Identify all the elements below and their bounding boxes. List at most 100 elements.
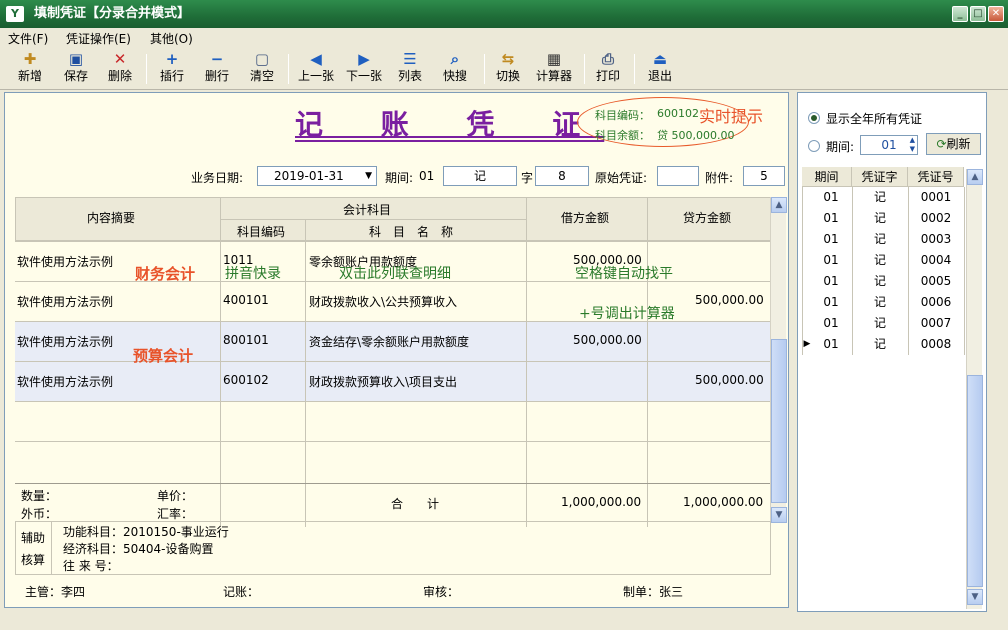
col-code-header: 科目编码 xyxy=(237,225,286,239)
list-item[interactable]: 01 记 0004 xyxy=(802,250,962,271)
scroll-down-icon[interactable]: ▼ xyxy=(771,507,787,523)
currency-label: 外币： xyxy=(21,507,58,521)
delete-icon: ✕ xyxy=(113,50,127,68)
voucher-word-field[interactable]: 记 xyxy=(443,166,517,186)
row-summary[interactable]: 软件使用方法示例 xyxy=(17,333,113,350)
menu-other[interactable]: 其他(O) xyxy=(150,30,193,47)
toolbar-separator xyxy=(634,54,635,84)
grid-scrollbar[interactable]: ▲ ▼ xyxy=(770,197,787,523)
row-code[interactable]: 600102 xyxy=(223,373,269,387)
row-code[interactable]: 400101 xyxy=(223,293,269,307)
row-code[interactable]: 800101 xyxy=(223,333,269,347)
row-summary[interactable]: 软件使用方法示例 xyxy=(17,373,113,390)
annotation-finance: 财务会计 xyxy=(135,265,196,283)
list-item[interactable]: 01 记 0002 xyxy=(802,208,962,229)
list-scrollbar[interactable]: ▲ ▼ xyxy=(966,169,983,609)
list-item[interactable]: 01 记 0001 xyxy=(802,187,962,208)
row-credit[interactable]: 500,000.00 xyxy=(695,373,764,387)
col-debit-header: 借方金额 xyxy=(561,211,610,225)
annotation-plus: +号调出计算器 xyxy=(579,306,675,322)
footer-bookkeeping: 记账： xyxy=(223,585,260,599)
clear-button[interactable]: ▢ 清空 xyxy=(244,50,280,88)
list-item-selected[interactable]: ▶ 01 记 0008 xyxy=(802,334,962,355)
menu-bar: 文件(F) 凭证操作(E) 其他(O) xyxy=(0,28,1008,48)
scroll-up-icon[interactable]: ▲ xyxy=(771,197,787,213)
list-item[interactable]: 01 记 0007 xyxy=(802,313,962,334)
switch-button[interactable]: ⇆ 切换 xyxy=(490,50,526,88)
scroll-up-icon[interactable]: ▲ xyxy=(967,169,983,185)
chevron-down-icon[interactable]: ▼ xyxy=(365,167,372,185)
date-picker[interactable]: 2019-01-31 ▼ xyxy=(257,166,377,186)
save-button[interactable]: ▣ 保存 xyxy=(58,50,94,88)
exit-button[interactable]: ⏏ 退出 xyxy=(642,50,678,88)
show-all-label[interactable]: 显示全年所有凭证 xyxy=(826,110,922,127)
menu-voucher-ops[interactable]: 凭证操作(E) xyxy=(66,30,131,47)
list-icon: ☰ xyxy=(403,50,417,68)
total-debit: 1,000,000.00 xyxy=(561,495,642,509)
hint-code-value: 600102 xyxy=(657,107,699,120)
title-bar: Y 填制凭证【分录合并模式】 _ □ ✕ xyxy=(0,0,1008,28)
next-voucher-button[interactable]: ▶ 下一张 xyxy=(342,50,386,88)
row-credit[interactable]: 500,000.00 xyxy=(695,293,764,307)
voucher-list-panel: 显示全年所有凭证 期间: 01 ▲ ▼ ⟳刷新 期间 凭证字 凭证号 01 记 0001… xyxy=(797,92,987,612)
print-button[interactable]: ⎙ 打印 xyxy=(590,50,626,88)
toolbar-separator xyxy=(484,54,485,84)
delete-button[interactable]: ✕ 删除 xyxy=(102,50,138,88)
voucher-panel: 记 账 凭 证 科目编码： 600102 实时提示 科目余额： 贷 500,00… xyxy=(4,92,789,608)
attachments-field[interactable]: 5 xyxy=(743,166,785,186)
show-all-radio[interactable] xyxy=(808,112,820,124)
scroll-thumb[interactable] xyxy=(967,375,983,587)
aux-label: 核算 xyxy=(21,553,46,567)
print-icon: ⎙ xyxy=(601,50,614,68)
voucher-number-field[interactable]: 8 xyxy=(535,166,589,186)
next-icon: ▶ xyxy=(358,50,370,68)
minimize-button[interactable]: _ xyxy=(952,6,968,22)
calculator-button[interactable]: ▦ 计算器 xyxy=(532,50,576,88)
price-label: 单价： xyxy=(157,489,194,503)
hint-balance-label: 科目余额： xyxy=(595,129,650,142)
total-label: 合 计 xyxy=(391,497,440,511)
word-label: 字 xyxy=(521,171,534,185)
toolbar-separator xyxy=(584,54,585,84)
scroll-thumb[interactable] xyxy=(771,339,787,503)
toolbar-separator xyxy=(146,54,147,84)
period-radio[interactable] xyxy=(808,140,820,152)
row-account-name[interactable]: 资金结存\零余额账户用款额度 xyxy=(309,333,469,350)
footer-supervisor: 主管：李四 xyxy=(25,585,86,599)
refresh-button[interactable]: ⟳刷新 xyxy=(926,133,981,155)
col-word-header: 凭证字 xyxy=(852,167,908,187)
side-period-stepper[interactable]: 01 ▲ ▼ xyxy=(860,135,918,155)
aux-contact-number: 往 来 号： xyxy=(63,559,119,573)
list-item[interactable]: 01 记 0003 xyxy=(802,229,962,250)
col-number-header: 凭证号 xyxy=(908,167,964,187)
add-button[interactable]: ✚ 新增 xyxy=(12,50,48,88)
insert-row-button[interactable]: + 插行 xyxy=(154,50,190,88)
list-item[interactable]: 01 记 0006 xyxy=(802,292,962,313)
list-button[interactable]: ☰ 列表 xyxy=(392,50,428,88)
row-account-name[interactable]: 财政拨款预算收入\项目支出 xyxy=(309,373,457,390)
annotation-pinyin: 拼音快录 xyxy=(225,266,281,282)
row-summary[interactable]: 软件使用方法示例 xyxy=(17,253,113,270)
close-button[interactable]: ✕ xyxy=(988,6,1004,22)
list-item[interactable]: 01 记 0005 xyxy=(802,271,962,292)
refresh-icon: ⟳ xyxy=(936,137,947,151)
row-account-name[interactable]: 财政拨款收入\公共预算收入 xyxy=(309,293,457,310)
row-summary[interactable]: 软件使用方法示例 xyxy=(17,293,113,310)
aux-label: 辅助 xyxy=(21,531,46,545)
annotation-budget: 预算会计 xyxy=(133,347,194,365)
row-debit[interactable]: 500,000.00 xyxy=(573,333,642,347)
delete-row-button[interactable]: − 删行 xyxy=(199,50,235,88)
col-period-header: 期间 xyxy=(802,167,852,187)
window-title: 填制凭证【分录合并模式】 xyxy=(34,6,191,21)
col-credit-header: 贷方金额 xyxy=(683,211,732,225)
quick-search-button[interactable]: ⌕ 快搜 xyxy=(437,50,473,88)
scroll-down-icon[interactable]: ▼ xyxy=(967,589,983,605)
maximize-button[interactable]: □ xyxy=(970,6,986,22)
prev-voucher-button[interactable]: ◀ 上一张 xyxy=(294,50,338,88)
exit-icon: ⏏ xyxy=(652,50,668,68)
menu-file[interactable]: 文件(F) xyxy=(8,30,48,47)
original-voucher-label: 原始凭证: xyxy=(595,171,648,185)
original-voucher-field[interactable] xyxy=(657,166,699,186)
quantity-label: 数量： xyxy=(21,489,58,503)
stepper-arrows-icon[interactable]: ▲ ▼ xyxy=(910,136,915,154)
